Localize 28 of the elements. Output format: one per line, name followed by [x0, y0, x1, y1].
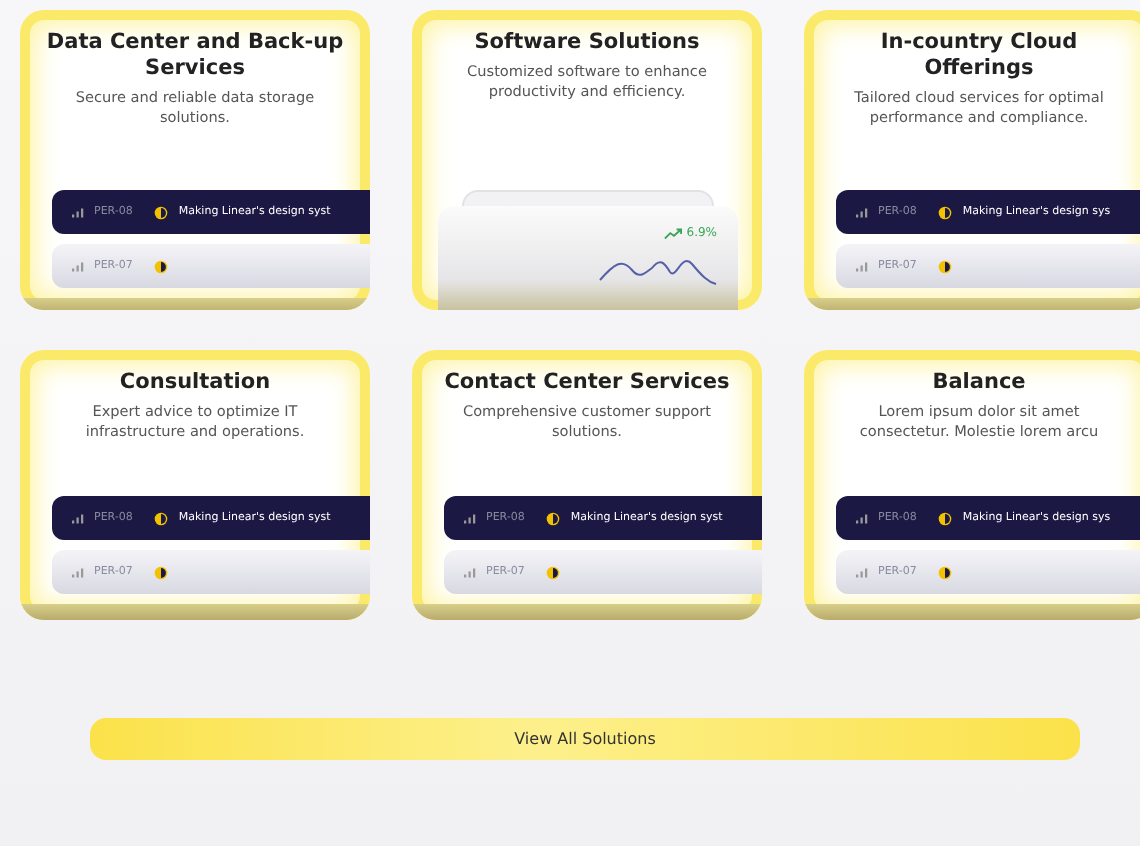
- signal-icon: [856, 261, 868, 271]
- signal-icon: [464, 567, 476, 577]
- signal-icon: [464, 513, 476, 523]
- card-title: Balance: [930, 370, 1028, 396]
- signal-icon: [856, 567, 868, 577]
- half-circle-icon: [154, 511, 169, 525]
- card-title: Data Center and Back-up Services: [45, 30, 345, 82]
- half-circle-icon: [938, 259, 953, 273]
- signal-icon: [72, 207, 84, 217]
- card-title: In-country Cloud Offerings: [878, 30, 1080, 82]
- half-circle-icon: [546, 511, 561, 525]
- signal-icon: [856, 207, 868, 217]
- half-circle-icon: [154, 565, 169, 579]
- half-circle-icon: [938, 565, 953, 579]
- half-circle-icon: [938, 205, 953, 219]
- view-all-button[interactable]: View All Solutions: [90, 718, 1080, 760]
- half-circle-icon: [154, 259, 169, 273]
- card-title: Consultation: [117, 370, 273, 396]
- card-title: Software Solutions: [472, 30, 702, 56]
- signal-icon: [72, 513, 84, 523]
- half-circle-icon: [546, 565, 561, 579]
- half-circle-icon: [938, 511, 953, 525]
- half-circle-icon: [154, 205, 169, 219]
- card-title: Contact Center Services: [442, 370, 732, 396]
- signal-icon: [72, 567, 84, 577]
- signal-icon: [72, 261, 84, 271]
- signal-icon: [856, 513, 868, 523]
- trend-up-icon: [664, 227, 683, 239]
